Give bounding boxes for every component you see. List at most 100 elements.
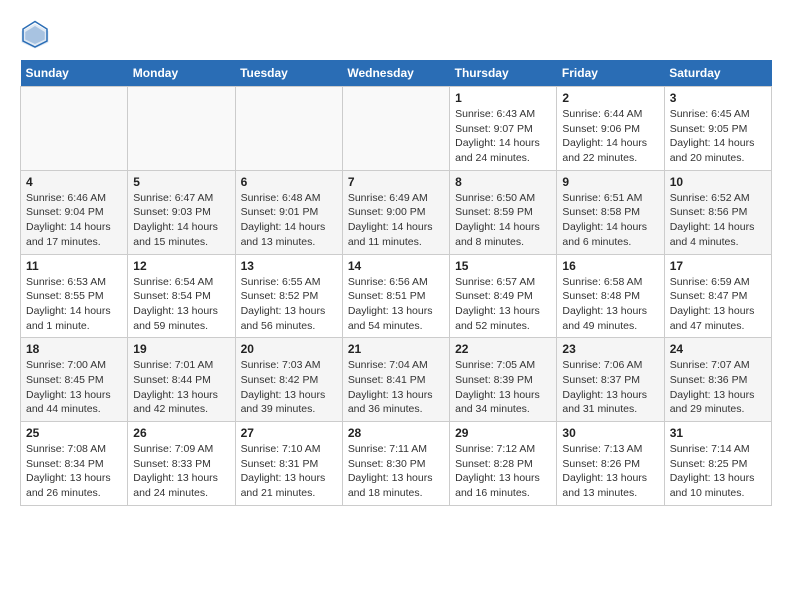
day-info: Sunrise: 6:55 AMSunset: 8:52 PMDaylight:…	[241, 275, 337, 334]
day-number: 23	[562, 342, 658, 356]
day-number: 25	[26, 426, 122, 440]
calendar-day-cell: 14Sunrise: 6:56 AMSunset: 8:51 PMDayligh…	[342, 254, 449, 338]
calendar-day-cell: 4 Sunrise: 6:46 AMSunset: 9:04 PMDaylight…	[21, 170, 128, 254]
calendar-day-cell: 30 Sunrise: 7:13 AMSunset: 8:26 PMDayligh…	[557, 422, 664, 506]
calendar-day-cell: 12Sunrise: 6:54 AMSunset: 8:54 PMDayligh…	[128, 254, 235, 338]
calendar-week-row: 4 Sunrise: 6:46 AMSunset: 9:04 PMDaylight…	[21, 170, 772, 254]
calendar-day-cell: 18Sunrise: 7:00 AMSunset: 8:45 PMDayligh…	[21, 338, 128, 422]
day-info: Sunrise: 6:44 AMSunset: 9:06 PMDaylight:…	[562, 107, 658, 166]
day-number: 27	[241, 426, 337, 440]
calendar-day-cell	[128, 87, 235, 171]
calendar-header-row: SundayMondayTuesdayWednesdayThursdayFrid…	[21, 60, 772, 87]
day-number: 3	[670, 91, 766, 105]
calendar-week-row: 1Sunrise: 6:43 AMSunset: 9:07 PMDaylight…	[21, 87, 772, 171]
calendar-day-cell: 20Sunrise: 7:03 AMSunset: 8:42 PMDayligh…	[235, 338, 342, 422]
day-info: Sunrise: 7:07 AMSunset: 8:36 PMDaylight:…	[670, 358, 766, 417]
day-info: Sunrise: 6:49 AMSunset: 9:00 PMDaylight:…	[348, 191, 444, 250]
day-info: Sunrise: 7:09 AMSunset: 8:33 PMDaylight:…	[133, 442, 229, 501]
day-info: Sunrise: 7:06 AMSunset: 8:37 PMDaylight:…	[562, 358, 658, 417]
day-info: Sunrise: 7:11 AMSunset: 8:30 PMDaylight:…	[348, 442, 444, 501]
day-info: Sunrise: 7:08 AMSunset: 8:34 PMDaylight:…	[26, 442, 122, 501]
day-number: 17	[670, 259, 766, 273]
calendar-week-row: 25 Sunrise: 7:08 AMSunset: 8:34 PMDayligh…	[21, 422, 772, 506]
day-number: 14	[348, 259, 444, 273]
day-info: Sunrise: 7:05 AMSunset: 8:39 PMDaylight:…	[455, 358, 551, 417]
calendar-table: SundayMondayTuesdayWednesdayThursdayFrid…	[20, 60, 772, 506]
calendar-day-cell: 31 Sunrise: 7:14 AMSunset: 8:25 PMDayligh…	[664, 422, 771, 506]
calendar-day-cell: 29 Sunrise: 7:12 AMSunset: 8:28 PMDayligh…	[450, 422, 557, 506]
day-info: Sunrise: 7:13 AMSunset: 8:26 PMDaylight:…	[562, 442, 658, 501]
day-number: 30	[562, 426, 658, 440]
calendar-day-cell: 13 Sunrise: 6:55 AMSunset: 8:52 PMDayligh…	[235, 254, 342, 338]
calendar-day-cell: 9 Sunrise: 6:51 AMSunset: 8:58 PMDaylight…	[557, 170, 664, 254]
day-number: 4	[26, 175, 122, 189]
day-number: 9	[562, 175, 658, 189]
day-number: 16	[562, 259, 658, 273]
day-info: Sunrise: 6:51 AMSunset: 8:58 PMDaylight:…	[562, 191, 658, 250]
day-of-week-header: Thursday	[450, 60, 557, 87]
day-info: Sunrise: 7:01 AMSunset: 8:44 PMDaylight:…	[133, 358, 229, 417]
calendar-day-cell: 8 Sunrise: 6:50 AMSunset: 8:59 PMDaylight…	[450, 170, 557, 254]
calendar-day-cell: 22 Sunrise: 7:05 AMSunset: 8:39 PMDayligh…	[450, 338, 557, 422]
day-of-week-header: Wednesday	[342, 60, 449, 87]
day-info: Sunrise: 7:14 AMSunset: 8:25 PMDaylight:…	[670, 442, 766, 501]
day-number: 28	[348, 426, 444, 440]
calendar-day-cell: 10 Sunrise: 6:52 AMSunset: 8:56 PMDayligh…	[664, 170, 771, 254]
day-number: 20	[241, 342, 337, 356]
day-info: Sunrise: 6:58 AMSunset: 8:48 PMDaylight:…	[562, 275, 658, 334]
calendar-day-cell: 19 Sunrise: 7:01 AMSunset: 8:44 PMDayligh…	[128, 338, 235, 422]
day-number: 21	[348, 342, 444, 356]
day-number: 18	[26, 342, 122, 356]
day-of-week-header: Saturday	[664, 60, 771, 87]
day-info: Sunrise: 6:47 AMSunset: 9:03 PMDaylight:…	[133, 191, 229, 250]
day-info: Sunrise: 6:50 AMSunset: 8:59 PMDaylight:…	[455, 191, 551, 250]
day-info: Sunrise: 6:57 AMSunset: 8:49 PMDaylight:…	[455, 275, 551, 334]
calendar-day-cell: 2 Sunrise: 6:44 AMSunset: 9:06 PMDaylight…	[557, 87, 664, 171]
day-number: 12	[133, 259, 229, 273]
day-info: Sunrise: 6:45 AMSunset: 9:05 PMDaylight:…	[670, 107, 766, 166]
calendar-day-cell	[342, 87, 449, 171]
calendar-day-cell: 15 Sunrise: 6:57 AMSunset: 8:49 PMDayligh…	[450, 254, 557, 338]
day-info: Sunrise: 7:10 AMSunset: 8:31 PMDaylight:…	[241, 442, 337, 501]
day-number: 2	[562, 91, 658, 105]
calendar-day-cell: 3 Sunrise: 6:45 AMSunset: 9:05 PMDaylight…	[664, 87, 771, 171]
day-number: 29	[455, 426, 551, 440]
calendar-day-cell: 7 Sunrise: 6:49 AMSunset: 9:00 PMDaylight…	[342, 170, 449, 254]
calendar-day-cell: 26 Sunrise: 7:09 AMSunset: 8:33 PMDayligh…	[128, 422, 235, 506]
calendar-day-cell: 24 Sunrise: 7:07 AMSunset: 8:36 PMDayligh…	[664, 338, 771, 422]
day-number: 31	[670, 426, 766, 440]
day-number: 8	[455, 175, 551, 189]
day-info: Sunrise: 6:48 AMSunset: 9:01 PMDaylight:…	[241, 191, 337, 250]
calendar-day-cell	[21, 87, 128, 171]
calendar-day-cell: 5Sunrise: 6:47 AMSunset: 9:03 PMDaylight…	[128, 170, 235, 254]
day-number: 22	[455, 342, 551, 356]
day-info: Sunrise: 6:52 AMSunset: 8:56 PMDaylight:…	[670, 191, 766, 250]
calendar-day-cell	[235, 87, 342, 171]
day-number: 13	[241, 259, 337, 273]
calendar-day-cell: 11 Sunrise: 6:53 AMSunset: 8:55 PMDayligh…	[21, 254, 128, 338]
day-info: Sunrise: 6:46 AMSunset: 9:04 PMDaylight:…	[26, 191, 122, 250]
day-number: 19	[133, 342, 229, 356]
day-info: Sunrise: 6:59 AMSunset: 8:47 PMDaylight:…	[670, 275, 766, 334]
calendar-day-cell: 6Sunrise: 6:48 AMSunset: 9:01 PMDaylight…	[235, 170, 342, 254]
day-number: 7	[348, 175, 444, 189]
calendar-day-cell: 25 Sunrise: 7:08 AMSunset: 8:34 PMDayligh…	[21, 422, 128, 506]
calendar-day-cell: 17 Sunrise: 6:59 AMSunset: 8:47 PMDayligh…	[664, 254, 771, 338]
day-number: 26	[133, 426, 229, 440]
day-number: 24	[670, 342, 766, 356]
day-number: 11	[26, 259, 122, 273]
calendar-week-row: 11 Sunrise: 6:53 AMSunset: 8:55 PMDayligh…	[21, 254, 772, 338]
day-info: Sunrise: 7:12 AMSunset: 8:28 PMDaylight:…	[455, 442, 551, 501]
day-info: Sunrise: 6:43 AMSunset: 9:07 PMDaylight:…	[455, 107, 551, 166]
logo	[20, 20, 54, 50]
day-number: 15	[455, 259, 551, 273]
day-of-week-header: Sunday	[21, 60, 128, 87]
calendar-day-cell: 28 Sunrise: 7:11 AMSunset: 8:30 PMDayligh…	[342, 422, 449, 506]
calendar-day-cell: 1Sunrise: 6:43 AMSunset: 9:07 PMDaylight…	[450, 87, 557, 171]
day-number: 10	[670, 175, 766, 189]
calendar-day-cell: 27 Sunrise: 7:10 AMSunset: 8:31 PMDayligh…	[235, 422, 342, 506]
day-of-week-header: Tuesday	[235, 60, 342, 87]
day-info: Sunrise: 6:53 AMSunset: 8:55 PMDaylight:…	[26, 275, 122, 334]
day-of-week-header: Friday	[557, 60, 664, 87]
calendar-day-cell: 16 Sunrise: 6:58 AMSunset: 8:48 PMDayligh…	[557, 254, 664, 338]
